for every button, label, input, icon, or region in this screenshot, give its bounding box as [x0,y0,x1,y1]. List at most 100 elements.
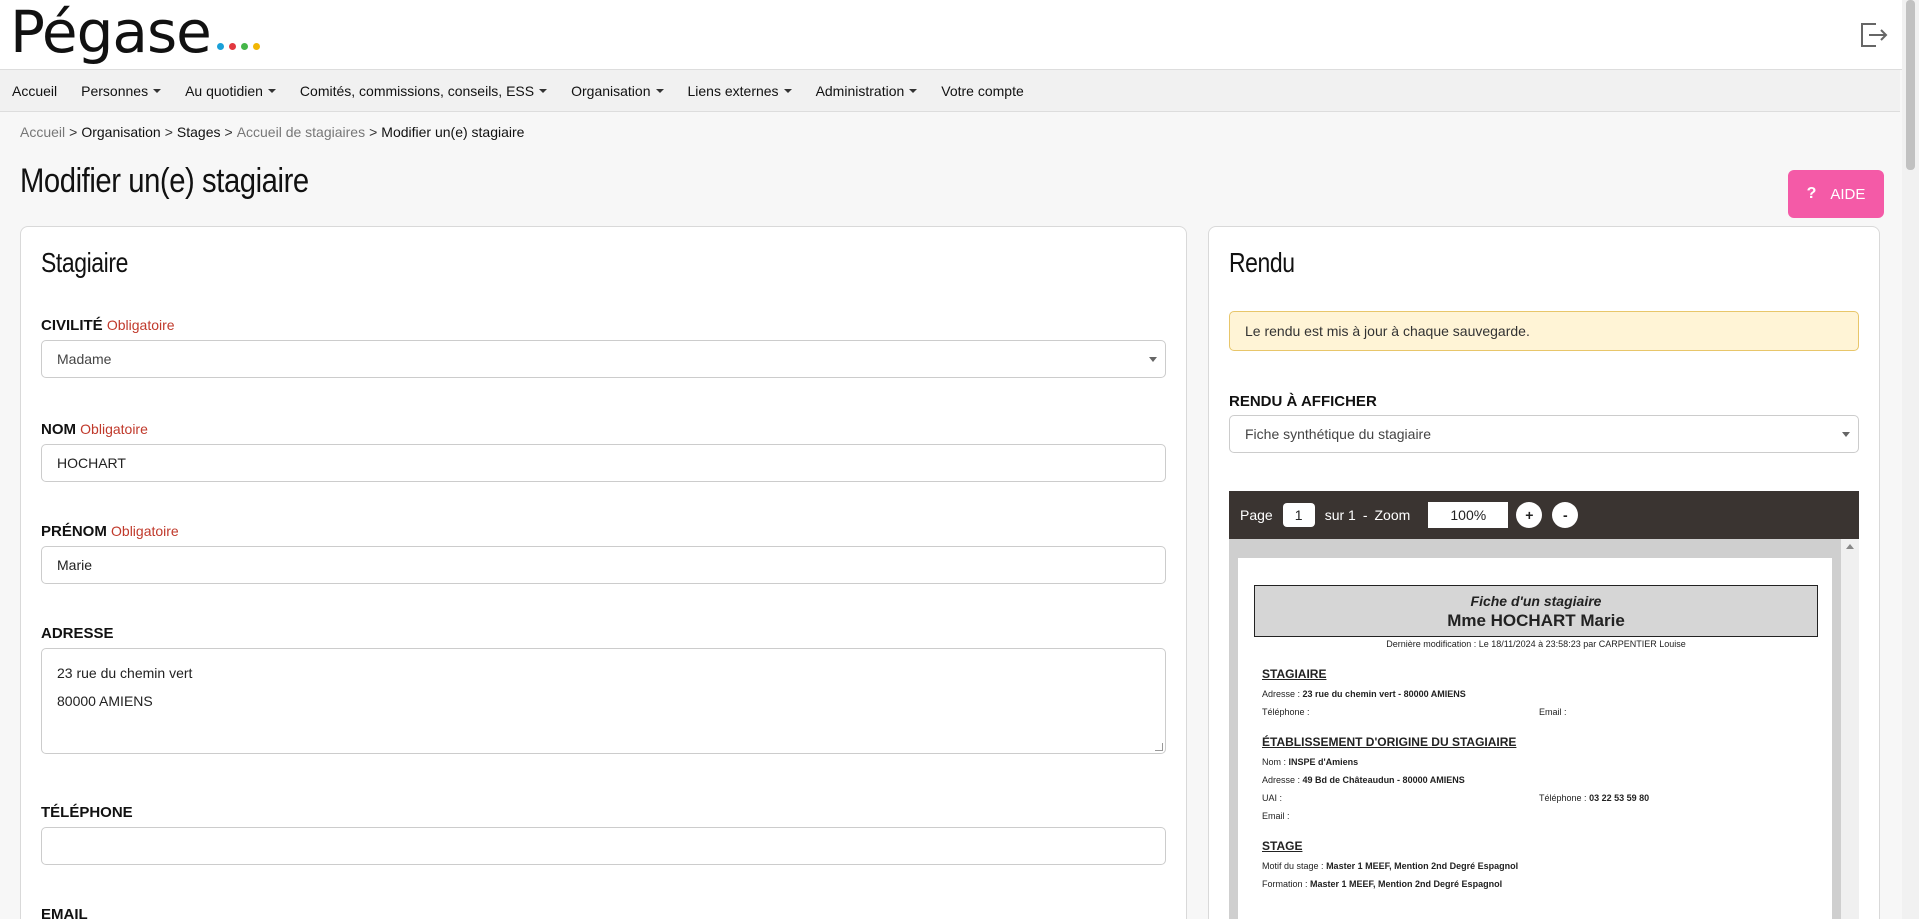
nav-label: Votre compte [941,82,1024,99]
doc-line: Motif du stage : Master 1 MEEF, Mention … [1262,861,1816,871]
main-nav: Accueil Personnes Au quotidien Comités, … [0,70,1900,112]
doc-field-value: Master 1 MEEF, Mention 2nd Degré Espagno… [1310,879,1503,889]
nav-personnes[interactable]: Personnes [81,83,162,99]
doc-line: Formation : Master 1 MEEF, Mention 2nd D… [1262,879,1816,889]
nav-accueil[interactable]: Accueil [12,83,57,99]
doc-field-value: 49 Bd de Châteaudun - 80000 AMIENS [1302,775,1465,785]
page-count-label: sur 1 [1324,507,1356,523]
nav-votre-compte[interactable]: Votre compte [941,83,1024,99]
page-scrollbar[interactable] [1902,0,1919,919]
scroll-up-icon[interactable] [1846,544,1854,549]
breadcrumb-separator: > [224,124,233,140]
page-number-input[interactable]: 1 [1282,503,1315,527]
doc-line: Téléphone : Email : [1262,707,1816,717]
prenom-input[interactable]: Marie [41,546,1166,584]
doc-field-label: UAI : [1262,793,1283,803]
doc-line: UAI : Téléphone : 03 22 53 59 80 [1262,793,1816,803]
doc-field-value: INSPE d'Amiens [1288,757,1359,767]
doc-field-label: Nom : [1262,757,1287,767]
nav-label: Accueil [12,82,58,99]
breadcrumb-separator: > [369,124,378,140]
doc-field-value: Master 1 MEEF, Mention 2nd Degré Espagno… [1326,861,1519,871]
nav-administration[interactable]: Administration [816,83,918,99]
prenom-label: PRÉNOM Obligatoire [41,523,179,540]
adresse-line: 23 rue du chemin vert [57,665,193,681]
breadcrumb: Accueil > Organisation > Stages > Accueil de s… [20,124,524,140]
select-arrow-icon [1842,432,1850,437]
doc-heading: Fiche d'un stagiaire [1470,593,1602,609]
pdf-viewer-toolbar: Page 1 sur 1 - Zoom 100% + - [1229,491,1859,539]
prenom-value: Marie [57,557,93,573]
doc-last-modified: Dernière modification : Le 18/11/2024 à … [1386,639,1686,649]
telephone-label: TÉLÉPHONE [41,804,133,821]
doc-field-label: Téléphone : [1262,707,1310,717]
adresse-label: ADRESSE [41,625,114,642]
nav-au-quotidien[interactable]: Au quotidien [185,83,276,99]
doc-field-value: 23 rue du chemin vert - 80000 AMIENS [1302,689,1466,699]
nom-label: NOM Obligatoire [41,421,148,438]
doc-field-value: 03 22 53 59 80 [1589,793,1650,803]
nav-label: Comités, commissions, conseils, ESS [299,82,535,99]
stagiaire-form-panel: Stagiaire CIVILITÉ Obligatoire Madame NO… [20,226,1187,919]
doc-header-box: Fiche d'un stagiaire Mme HOCHART Marie [1254,585,1818,637]
caret-down-icon [267,88,276,93]
doc-section-title: ÉTABLISSEMENT D'ORIGINE DU STAGIAIRE [1262,735,1517,749]
form-title: Stagiaire [41,247,128,278]
logo-dot [229,43,236,50]
telephone-input[interactable] [41,827,1166,865]
logo-dot [217,43,224,50]
email-label: EMAIL [41,906,88,919]
doc-field-label: Formation : [1262,879,1308,889]
logo-dot [241,43,248,50]
caret-down-icon [539,88,548,93]
zoom-label: Zoom [1374,507,1411,523]
nav-comites[interactable]: Comités, commissions, conseils, ESS [299,82,548,99]
logout-icon[interactable] [1857,20,1889,50]
resize-handle-icon[interactable] [1155,743,1163,751]
adresse-line: 80000 AMIENS [57,693,153,709]
required-marker: Obligatoire [106,317,175,333]
nav-liens-externes[interactable]: Liens externes [688,83,792,99]
breadcrumb-separator: > [164,124,173,140]
scrollbar-thumb[interactable] [1906,0,1915,170]
adresse-textarea[interactable]: 23 rue du chemin vert 80000 AMIENS [41,648,1166,754]
nom-input[interactable]: HOCHART [41,444,1166,482]
rendu-select[interactable]: Fiche synthétique du stagiaire [1229,415,1859,453]
top-header: Pégase [0,0,1919,70]
aide-button[interactable]: ? AIDE [1788,170,1884,218]
prenom-label-text: PRÉNOM [41,523,107,540]
doc-line: Email : [1262,811,1816,821]
caret-down-icon [153,88,162,93]
nav-organisation[interactable]: Organisation [571,82,664,99]
page-title: Modifier un(e) stagiaire [20,162,309,200]
caret-down-icon [783,88,792,93]
zoom-input[interactable]: 100% [1428,502,1509,528]
zoom-out-button[interactable]: - [1552,502,1579,528]
civilite-label: CIVILITÉ Obligatoire [41,317,175,334]
pdf-viewer[interactable]: Fiche d'un stagiaire Mme HOCHART Marie D… [1229,539,1859,919]
rendu-panel: Rendu Le rendu est mis à jour à chaque s… [1208,226,1880,919]
zoom-in-button[interactable]: + [1516,502,1543,528]
doc-field-label: Téléphone : [1539,793,1587,803]
breadcrumb-organisation: Organisation [81,124,161,140]
app-logo[interactable]: Pégase [10,0,212,66]
doc-line: Adresse : 23 rue du chemin vert - 80000 … [1262,689,1816,699]
nom-value: HOCHART [57,455,126,471]
rendu-select-label: RENDU À AFFICHER [1229,393,1377,410]
breadcrumb-separator: > [69,124,78,140]
nav-label: Liens externes [687,82,779,99]
civilite-select[interactable]: Madame [41,340,1166,378]
rendu-title: Rendu [1229,247,1295,278]
breadcrumb-stages: Stages [176,124,221,140]
breadcrumb-accueil-stagiaires[interactable]: Accueil de stagiaires [237,124,365,140]
civilite-label-text: CIVILITÉ [41,317,103,334]
viewer-scrollbar[interactable] [1841,539,1859,919]
required-marker: Obligatoire [80,421,148,437]
breadcrumb-home[interactable]: Accueil [20,124,65,140]
doc-section-title: STAGIAIRE [1262,667,1327,681]
pdf-page: Fiche d'un stagiaire Mme HOCHART Marie D… [1238,558,1832,919]
logo-dot [253,43,260,50]
required-marker: Obligatoire [111,523,179,539]
select-arrow-icon [1149,357,1157,362]
nav-label: Organisation [571,82,651,99]
